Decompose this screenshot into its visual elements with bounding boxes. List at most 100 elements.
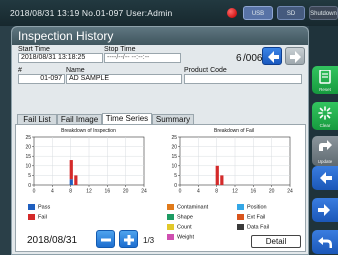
clear-button[interactable]: Clear xyxy=(312,102,338,130)
legend-pass: Pass xyxy=(28,204,50,211)
bar-fail xyxy=(220,175,224,185)
page-indicator: 1/3 xyxy=(143,236,155,245)
status-bar: 2018/08/31 13:19 No.01-097 User:Admin US… xyxy=(0,0,338,26)
x-tick-label: 4 xyxy=(51,189,54,195)
sd-button[interactable]: SD xyxy=(277,6,305,20)
x-tick-label: 16 xyxy=(251,189,257,195)
y-tick-label: 10 xyxy=(25,164,31,170)
x-tick-label: 12 xyxy=(232,189,238,195)
legend-label: Contaminant xyxy=(177,204,209,211)
arrow-right-icon xyxy=(318,204,330,216)
y-tick-label: 15 xyxy=(25,154,31,160)
record-total: /006 xyxy=(243,53,263,64)
inspection-history-window: Inspection History Start Time 2018/08/31… xyxy=(11,26,309,255)
clear-label: Clear xyxy=(319,123,331,128)
legend-swatch xyxy=(167,224,174,230)
x-tick-label: 24 xyxy=(141,189,147,195)
legend-label: Fail xyxy=(38,214,47,221)
y-tick-label: 20 xyxy=(171,144,177,150)
status-text: 2018/08/31 13:19 No.01-097 User:Admin xyxy=(10,8,173,18)
fail-breakdown-chart: 0 5 10 15 20 25 0 4 8 12 16 20 24 xyxy=(171,135,293,195)
legend-swatch xyxy=(28,204,35,210)
x-tick-label: 20 xyxy=(269,189,275,195)
number-field: 01-097 xyxy=(18,74,65,84)
legend-label: Shape xyxy=(177,214,193,221)
detail-button[interactable]: Detail xyxy=(251,235,301,248)
reset-button[interactable]: Reset xyxy=(312,66,338,94)
legend-fail: Fail xyxy=(28,214,47,221)
legend-swatch xyxy=(167,214,174,220)
right-tool-panel: Reset Clear Update xyxy=(309,26,338,255)
next-record-button[interactable] xyxy=(285,47,305,65)
x-tick-label: 20 xyxy=(123,189,129,195)
legend-ext-fail: Ext Fail xyxy=(237,214,265,221)
x-tick-label: 0 xyxy=(179,189,182,195)
shutdown-button[interactable]: Shutdown xyxy=(309,6,338,20)
x-tick-label: 4 xyxy=(197,189,200,195)
footer-date: 2018/08/31 xyxy=(27,235,78,246)
legend-swatch xyxy=(167,204,174,210)
reset-label: Reset xyxy=(319,87,331,92)
legend-position: Position xyxy=(237,204,267,211)
zoom-out-button[interactable] xyxy=(96,230,115,248)
legend-swatch xyxy=(167,234,174,240)
record-current: 6 xyxy=(236,53,242,64)
x-tick-label: 16 xyxy=(105,189,111,195)
return-button[interactable] xyxy=(312,230,338,254)
legend-count: Count xyxy=(167,224,192,231)
arrow-left-icon xyxy=(268,51,279,63)
window-title: Inspection History xyxy=(18,29,114,43)
y-tick-label: 20 xyxy=(25,144,31,150)
product-code-label: Product Code xyxy=(184,67,227,74)
minus-icon xyxy=(101,238,111,242)
legend-label: Ext Fail xyxy=(247,214,266,221)
x-tick-label: 12 xyxy=(86,189,92,195)
bar-fail xyxy=(69,160,73,180)
legend-label: Pass xyxy=(38,204,51,211)
legend-swatch xyxy=(237,214,244,220)
legend-shape: Shape xyxy=(167,214,193,221)
return-icon xyxy=(318,237,332,248)
inspection-breakdown-chart: 0 5 10 15 20 25 0 4 8 12 16 20 24 xyxy=(25,135,147,195)
y-tick-label: 5 xyxy=(28,173,31,179)
alarm-indicator-icon xyxy=(227,8,237,18)
forward-button[interactable] xyxy=(312,198,338,222)
y-tick-label: 0 xyxy=(28,183,31,189)
x-tick-label: 24 xyxy=(287,189,293,195)
bar-fail xyxy=(215,165,219,185)
zoom-in-button[interactable] xyxy=(119,230,138,248)
reset-icon xyxy=(319,70,331,84)
bar-fail xyxy=(74,175,78,185)
y-tick-label: 0 xyxy=(174,183,177,189)
y-tick-label: 25 xyxy=(171,135,177,141)
x-tick-label: 8 xyxy=(215,189,218,195)
start-time-field: 2018/08/31 13:18:25 xyxy=(18,53,103,63)
name-label: Name xyxy=(66,67,85,74)
legend-label: Position xyxy=(247,204,267,211)
y-tick-label: 15 xyxy=(171,154,177,160)
product-code-field xyxy=(184,74,302,84)
y-tick-label: 25 xyxy=(25,135,31,141)
legend-label: Count xyxy=(177,224,192,231)
legend-weight: Weight xyxy=(167,234,194,241)
window-titlebar: Inspection History xyxy=(12,27,308,45)
back-button[interactable] xyxy=(312,166,338,190)
usb-button[interactable]: USB xyxy=(243,6,273,20)
legend-label: Weight xyxy=(177,234,195,241)
number-label: # xyxy=(18,67,22,74)
y-tick-label: 10 xyxy=(171,164,177,170)
plus-icon xyxy=(124,235,134,245)
time-series-panel: Breakdown of Inspection 0 5 10 15 20 25 0 4 8 12 1… xyxy=(15,124,306,252)
update-label: Update xyxy=(317,159,333,164)
legend-contaminant: Contaminant xyxy=(167,204,208,211)
x-tick-label: 8 xyxy=(69,189,72,195)
stop-time-label: Stop Time xyxy=(104,46,136,53)
name-field: AD SAMPLE xyxy=(66,74,182,84)
legend-swatch xyxy=(237,204,244,210)
previous-record-button[interactable] xyxy=(262,47,282,65)
legend-swatch xyxy=(237,224,244,230)
arrow-right-icon xyxy=(290,51,301,63)
stop-time-field: ----/--/-- --:--:-- xyxy=(104,53,181,63)
update-button[interactable]: Update xyxy=(312,136,338,166)
legend-label: Data Fail xyxy=(247,224,270,231)
